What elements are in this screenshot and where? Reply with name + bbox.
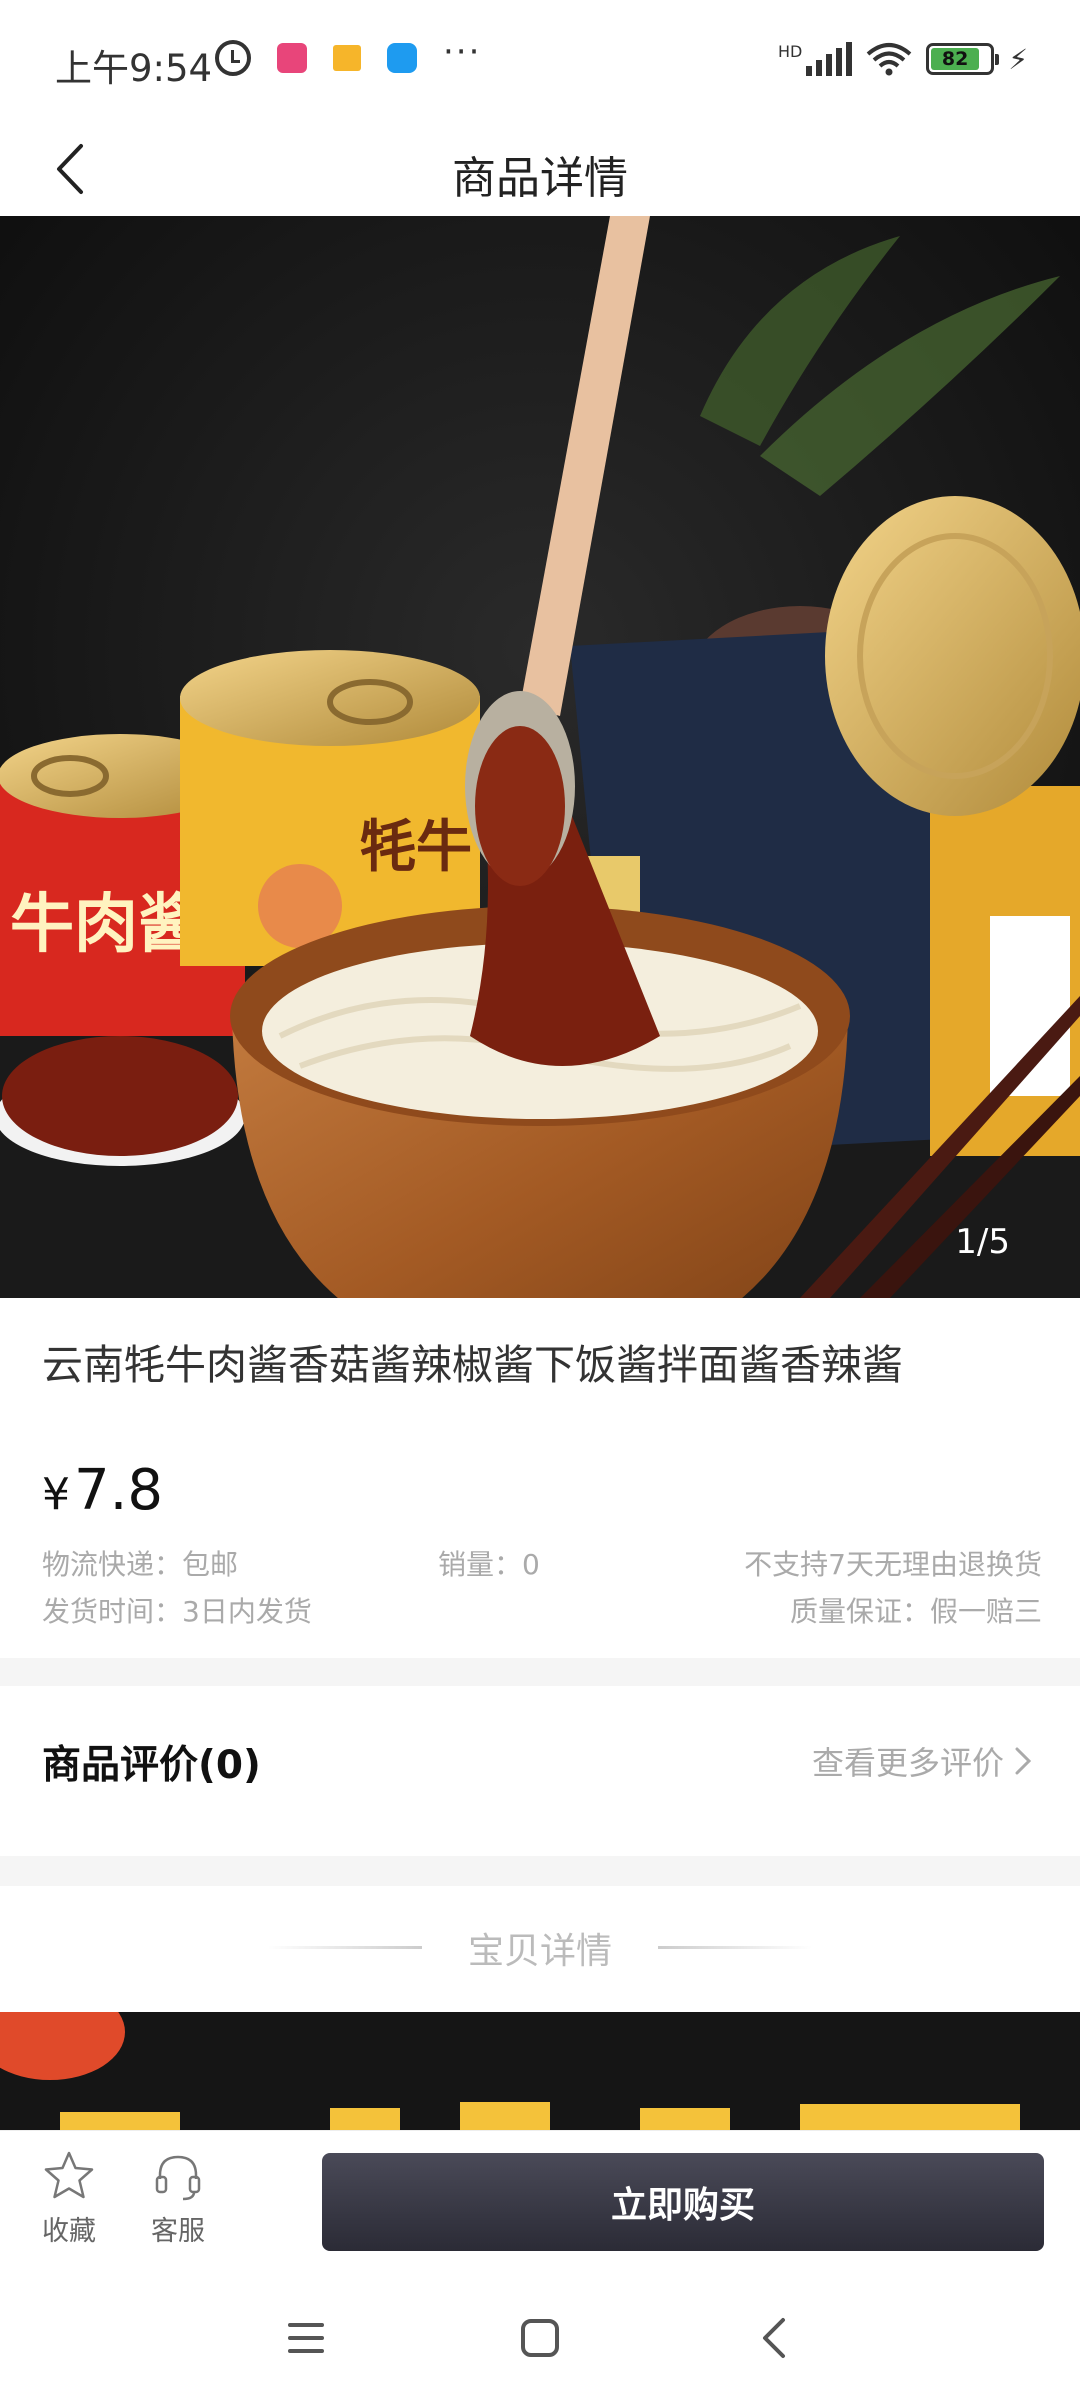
detail-section-header: 宝贝详情 (0, 1886, 1080, 2012)
detail-image (0, 2012, 1080, 2132)
product-image: 牛肉酱 牦牛 (0, 216, 1080, 1298)
bottom-action-bar: 收藏 客服 立即购买 (0, 2130, 1080, 2270)
charging-icon: ⚡ (1008, 42, 1028, 76)
back-nav-button[interactable] (744, 2308, 804, 2368)
alarm-icon (215, 40, 251, 76)
customer-service-button[interactable]: 客服 (133, 2149, 223, 2248)
signal-icon (806, 42, 853, 76)
product-title: 云南牦牛肉酱香菇酱辣椒酱下饭酱拌面酱香辣酱 (42, 1341, 903, 1389)
headset-icon (155, 2155, 201, 2201)
buy-now-button[interactable]: 立即购买 (322, 2153, 1044, 2251)
product-price: ¥7.8 (42, 1458, 163, 1523)
divider-line (658, 1946, 812, 1949)
image-counter: 1/5 (955, 1222, 1010, 1262)
status-bar: 上午9:54 ··· HD 82 ⚡ (0, 0, 1080, 120)
more-notifications-icon: ··· (443, 32, 482, 72)
favorite-label: 收藏 (42, 2216, 96, 2247)
price-value: 7.8 (74, 1458, 164, 1523)
page-title: 商品详情 (452, 153, 628, 204)
reviews-title: 商品评价(0) (42, 1743, 261, 1788)
page-header: 商品详情 (0, 120, 1080, 216)
chevron-right-icon (1015, 1747, 1032, 1775)
section-divider (0, 1856, 1080, 1886)
system-icons: HD 82 ⚡ (778, 42, 1028, 76)
view-more-reviews-label: 查看更多评价 (811, 1744, 1004, 1782)
message-notification-icon (333, 45, 361, 71)
product-image-carousel[interactable]: 牛肉酱 牦牛 1/5 (0, 216, 1080, 1298)
return-policy: 不支持7天无理由退换货 (744, 1548, 1042, 1581)
status-time: 上午9:54 (55, 47, 213, 90)
star-icon (44, 2151, 94, 2199)
battery-icon: 82 (926, 43, 1000, 75)
hamburger-icon (288, 2323, 324, 2353)
home-square-icon (521, 2319, 559, 2357)
menu-nav-button[interactable] (276, 2308, 336, 2368)
reviews-section: 商品评价(0) 查看更多评价 (0, 1686, 1080, 1856)
back-triangle-icon (763, 2318, 785, 2358)
svg-text:牛肉酱: 牛肉酱 (10, 887, 202, 962)
system-nav-bar (0, 2270, 1080, 2400)
cloud-notification-icon (387, 43, 417, 73)
ship-time: 发货时间：3日内发货 (42, 1595, 312, 1628)
battery-level: 82 (931, 48, 979, 70)
home-nav-button[interactable] (510, 2308, 570, 2368)
app-notification-icon (277, 43, 307, 73)
svg-text:牦牛: 牦牛 (360, 814, 472, 880)
hd-label: HD (777, 42, 803, 61)
favorite-button[interactable]: 收藏 (24, 2149, 114, 2248)
currency-symbol: ¥ (42, 1469, 70, 1520)
shipping-info: 物流快递：包邮 (42, 1548, 239, 1581)
quality-guarantee: 质量保证：假一赔三 (789, 1595, 1042, 1628)
product-info: 云南牦牛肉酱香菇酱辣椒酱下饭酱拌面酱香辣酱 ¥7.8 物流快递：包邮 销量：0 … (0, 1298, 1080, 1658)
wifi-icon (866, 42, 912, 76)
detail-label: 宝贝详情 (467, 1931, 612, 1972)
sales-count: 销量：0 (438, 1548, 540, 1581)
notification-icons: ··· (215, 35, 481, 76)
customer-service-label: 客服 (151, 2216, 205, 2247)
section-divider (0, 1658, 1080, 1686)
view-more-reviews-link[interactable]: 查看更多评价 (812, 1738, 1032, 1784)
